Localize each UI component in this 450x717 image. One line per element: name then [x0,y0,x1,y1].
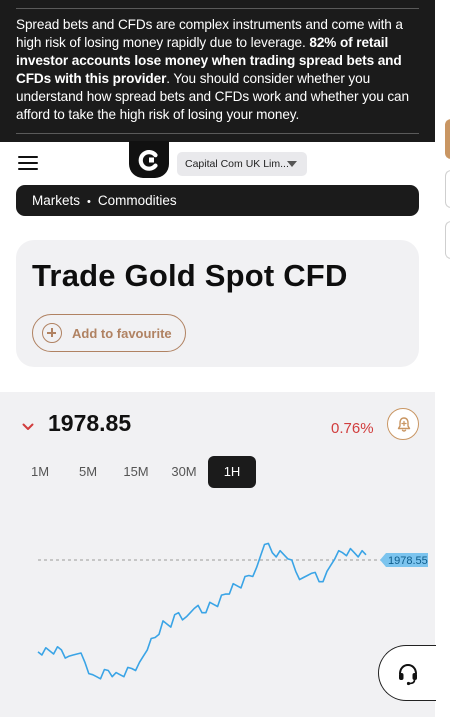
support-chat-button[interactable] [378,645,436,701]
plus-circle-icon [42,323,62,343]
price-series-line [37,542,367,680]
page-title: Trade Gold Spot CFD [32,258,348,293]
breadcrumb-markets[interactable]: Markets [32,193,80,208]
price-alert-button[interactable] [387,408,419,440]
divider [16,8,419,9]
bell-plus-icon [397,417,411,432]
brand-logo[interactable] [129,141,169,178]
trading-page: Spread bets and CFDs are complex instrum… [0,0,450,717]
timeframe-1h[interactable]: 1H [208,456,256,488]
side-panel-tab[interactable] [445,170,450,208]
current-price: 1978.85 [48,410,132,436]
instrument-card: Trade Gold Spot CFD Add to favourite [16,240,419,367]
divider [16,133,419,134]
logo-mark-icon [138,150,158,171]
breadcrumb-separator: • [87,196,91,208]
side-panel-tab[interactable] [445,119,450,159]
breadcrumb: Markets • Commodities [16,185,419,216]
headset-icon [399,663,417,686]
entity-selector[interactable]: Capital Com UK Lim... [177,152,307,176]
price-chart[interactable]: 1978.55 [0,500,435,700]
add-to-favourite-button[interactable]: Add to favourite [32,314,186,352]
price-change: 0.76% [331,420,374,437]
timeframe-30m[interactable]: 30M [166,456,202,488]
last-price-label: 1978.55 [380,552,428,567]
add-to-favourite-label: Add to favourite [72,326,172,341]
risk-warning-text: Spread bets and CFDs are complex instrum… [16,16,420,124]
chevron-down-icon [22,423,34,430]
timeframe-5m[interactable]: 5M [72,456,104,488]
last-price-value: 1978.55 [388,555,428,567]
risk-warning-banner: Spread bets and CFDs are complex instrum… [0,0,435,142]
timeframe-1m[interactable]: 1M [24,456,56,488]
caret-down-icon [287,161,297,167]
entity-selector-label: Capital Com UK Lim... [185,158,289,170]
side-panel-tab[interactable] [445,221,450,259]
timeframe-15m[interactable]: 15M [118,456,154,488]
hamburger-icon[interactable] [18,156,38,170]
breadcrumb-commodities[interactable]: Commodities [98,193,177,208]
